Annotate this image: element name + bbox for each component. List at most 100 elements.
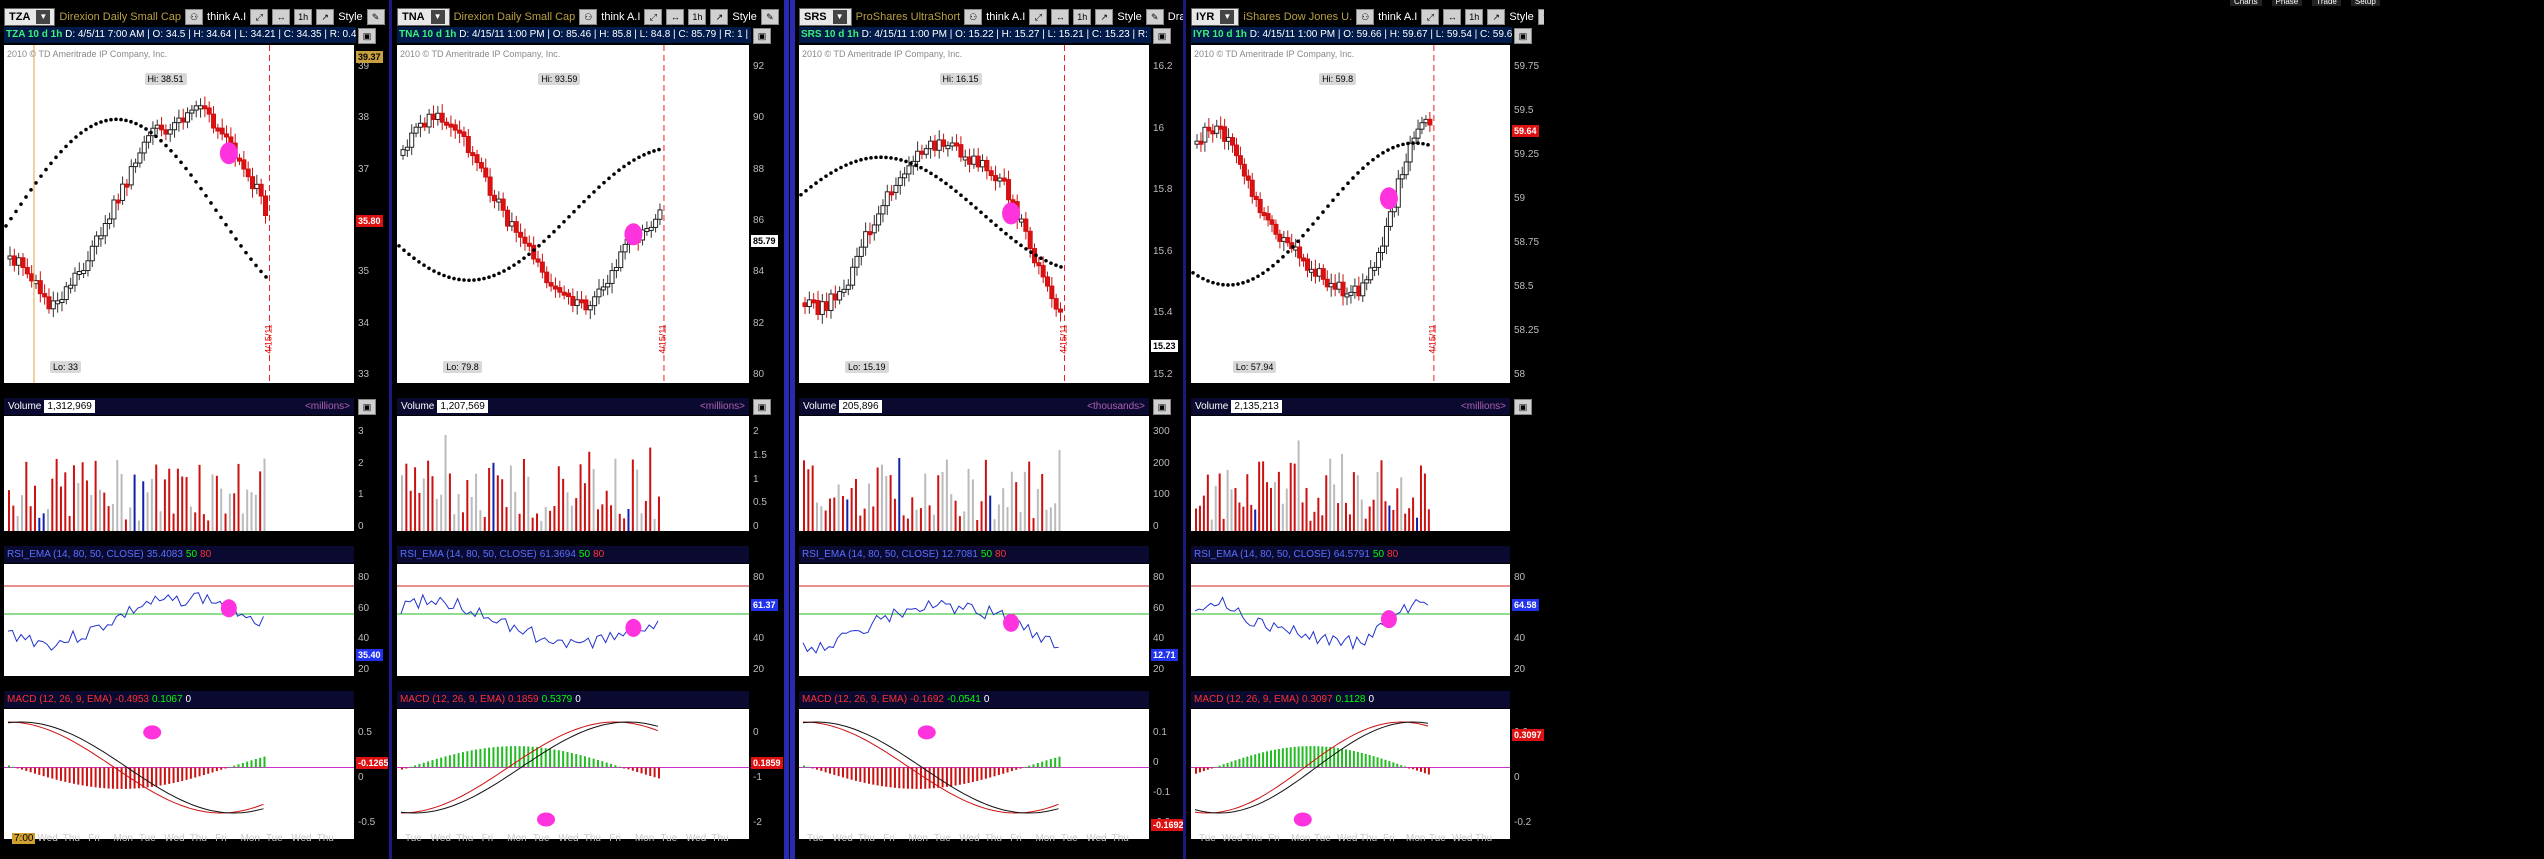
volume-settings-icon[interactable]: ▣ [753,399,771,415]
cycle-dot [1291,244,1295,249]
rsi-label[interactable]: RSI_EMA (14, 80, 50, CLOSE) [802,549,939,560]
volume-plot[interactable] [799,416,1149,531]
link-icon[interactable]: ⚇ [1356,9,1375,25]
candle [993,175,999,182]
macd-label[interactable]: MACD (12, 26, 9, EMA) [1194,694,1299,705]
rsi-label[interactable]: RSI_EMA (14, 80, 50, CLOSE) [1194,549,1331,560]
volume-settings-icon[interactable]: ▣ [1514,399,1532,415]
interval-button[interactable]: 1h [294,9,313,25]
symbol-selector[interactable]: TZA ▼ [4,8,56,26]
volume-tick: 1.5 [753,449,767,461]
chart-toolbar: TZA ▼ Direxion Daily Small Cap ⚇ think A.I ⤢ ↔… [0,6,388,28]
macd-label[interactable]: MACD (12, 26, 9, EMA) [400,694,505,705]
link-icon[interactable]: ⚇ [964,9,983,25]
macd-plot[interactable] [4,709,354,839]
drawings-icon[interactable]: ✎ [760,9,779,25]
macd-plot[interactable] [799,709,1149,839]
volume-bar [1230,489,1233,531]
think-ai-label[interactable]: think A.I [1378,11,1417,23]
panel-separator[interactable] [1183,0,1186,859]
time-axis[interactable]: 7:00 Wed Thu Fri Mon Tue Wed Thu Fri Mon Tue Wed Thu [4,832,354,846]
candle [1202,126,1208,143]
cycle-dot [457,277,461,282]
style-menu[interactable]: Style [732,11,756,23]
interval-button[interactable]: 1h [1073,9,1092,25]
macd-histogram-bar [828,767,831,774]
pan-icon[interactable]: ↔ [666,9,685,25]
style-menu[interactable]: Style [1509,11,1533,23]
chart-settings-icon[interactable]: ▣ [1153,28,1171,44]
style-menu[interactable]: Style [1117,11,1141,23]
chart-settings-icon[interactable]: ▣ [358,28,376,44]
rsi-label[interactable]: RSI_EMA (14, 80, 50, CLOSE) [400,549,537,560]
rsi-plot[interactable] [397,564,749,676]
zoom-icon[interactable]: ⤢ [1029,9,1048,25]
chart-settings-icon[interactable]: ▣ [753,28,771,44]
price-axis[interactable]: 16.2 16 15.8 15.6 15.4 15.2 [1151,45,1181,383]
price-axis[interactable]: 59.75 59.5 59.25 59 58.75 58.5 58.25 58 [1512,45,1542,383]
panel-separator[interactable] [790,0,795,859]
volume-plot[interactable] [397,416,749,531]
candle [1344,293,1350,298]
zoom-icon[interactable]: ⤢ [1421,9,1440,25]
volume-settings-icon[interactable]: ▣ [358,399,376,415]
chevron-down-icon[interactable]: ▼ [36,10,51,24]
drawings-icon[interactable]: ✎ [1145,9,1164,25]
pan-icon[interactable]: ↔ [1443,9,1462,25]
rsi-plot[interactable] [4,564,354,676]
top-menu-item[interactable]: Charts [2230,0,2262,6]
volume-settings-icon[interactable]: ▣ [1153,399,1171,415]
panel-separator[interactable] [389,0,392,859]
pan-icon[interactable]: ↔ [272,9,291,25]
volume-plot[interactable] [1191,416,1510,531]
price-axis[interactable]: 92 90 88 86 84 82 80 [751,45,781,383]
link-icon[interactable]: ⚇ [185,9,204,25]
think-ai-label[interactable]: think A.I [986,11,1025,23]
rsi-label[interactable]: RSI_EMA (14, 80, 50, CLOSE) [7,549,144,560]
macd-plot[interactable] [397,709,749,839]
chevron-down-icon[interactable]: ▼ [1220,10,1235,24]
interval-button[interactable]: 1h [1465,9,1484,25]
think-ai-label[interactable]: think A.I [207,11,246,23]
think-ai-label[interactable]: think A.I [601,11,640,23]
candle [1376,252,1382,268]
volume-plot[interactable] [4,416,354,531]
price-plot[interactable]: 2010 © TD Ameritrade IP Company, Inc. 4/1… [4,45,354,383]
drawings-icon[interactable]: ✎ [1537,9,1544,25]
macd-plot[interactable] [1191,709,1510,839]
drawings-menu[interactable]: Drawings [1168,11,1183,23]
time-axis[interactable]: Tue Wed Thu Fri Mon Tue Wed Thu Fri Mon Tue Wed Thu [1191,832,1510,846]
rsi-plot[interactable] [1191,564,1510,676]
volume-bar [85,480,88,531]
top-menu-item[interactable]: Trade [2312,0,2341,6]
link-icon[interactable]: ⚇ [579,9,598,25]
style-icon[interactable]: ↗ [710,9,729,25]
top-menu-item[interactable]: Setup [2350,0,2380,6]
zoom-icon[interactable]: ⤢ [250,9,269,25]
chevron-down-icon[interactable]: ▼ [430,10,445,24]
rsi-plot[interactable] [799,564,1149,676]
symbol-selector[interactable]: TNA ▼ [397,8,450,26]
time-axis[interactable]: Tue Wed Thu Fri Mon Tue Wed Thu Fri Mon Tue Wed Thu [397,832,749,846]
pan-icon[interactable]: ↔ [1051,9,1070,25]
chevron-down-icon[interactable]: ▼ [832,10,847,24]
price-plot[interactable]: 2010 © TD Ameritrade IP Company, Inc. 4/1… [1191,45,1510,383]
panel-separator[interactable] [784,0,789,859]
style-icon[interactable]: ↗ [1487,9,1506,25]
style-icon[interactable]: ↗ [316,9,335,25]
chart-settings-icon[interactable]: ▣ [1514,28,1532,44]
symbol-selector[interactable]: IYR ▼ [1191,8,1240,26]
macd-label[interactable]: MACD (12, 26, 9, EMA) [7,694,112,705]
price-plot[interactable]: 2010 © TD Ameritrade IP Company, Inc. 4/1… [799,45,1149,383]
macd-label[interactable]: MACD (12, 26, 9, EMA) [802,694,907,705]
interval-button[interactable]: 1h [688,9,707,25]
price-plot[interactable]: 2010 © TD Ameritrade IP Company, Inc. 4/1… [397,45,749,383]
style-menu[interactable]: Style [338,11,362,23]
zoom-icon[interactable]: ⤢ [644,9,663,25]
price-axis[interactable]: 39383736353433 [356,45,386,383]
drawings-icon[interactable]: ✎ [366,9,385,25]
top-menu-item[interactable]: Phase [2271,0,2303,6]
symbol-selector[interactable]: SRS ▼ [799,8,852,26]
style-icon[interactable]: ↗ [1095,9,1114,25]
time-axis[interactable]: Tue Wed Thu Fri Mon Tue Wed Thu Fri Mon Tue Wed Thu [799,832,1149,846]
